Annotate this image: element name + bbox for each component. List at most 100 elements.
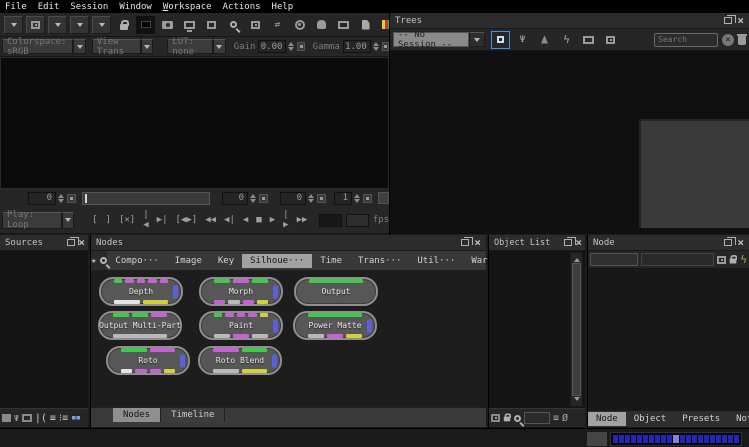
import-folder-icon[interactable] (2, 414, 11, 422)
scroll-down-icon[interactable] (574, 397, 580, 404)
branch-button[interactable]: Ψ (513, 31, 532, 49)
node-roto[interactable]: Roto (106, 346, 190, 375)
monitor-button[interactable] (180, 16, 199, 34)
lut-chevron[interactable] (213, 39, 225, 54)
view-c-dropdown[interactable] (92, 16, 111, 34)
trash-icon[interactable] (738, 36, 746, 45)
wishbone-icon[interactable]: Ψ (14, 414, 19, 423)
scrollbar-thumb[interactable] (572, 263, 581, 396)
bolt-icon[interactable]: ϟ (740, 253, 747, 266)
step-field[interactable]: 1 (334, 192, 352, 205)
menu-help[interactable]: Help (272, 2, 294, 12)
tab-node[interactable]: Node (588, 412, 626, 426)
close-panel-icon[interactable]: × (737, 238, 744, 247)
tab-timeline[interactable]: Timeline (161, 408, 225, 422)
object-filter-field[interactable] (524, 412, 550, 424)
float-panel-icon[interactable] (724, 17, 732, 24)
menu-file[interactable]: File (5, 2, 27, 12)
gamma-field[interactable]: 1.00 (343, 40, 371, 53)
close-panel-icon[interactable]: × (474, 238, 481, 247)
transport-button-11[interactable]: |▶ (281, 210, 290, 230)
view-b-dropdown[interactable] (70, 16, 89, 34)
session-chevron[interactable] (469, 32, 485, 47)
add-icon[interactable] (717, 256, 726, 264)
gamma-spinner[interactable] (373, 39, 379, 54)
float-panel-icon[interactable] (67, 239, 75, 246)
scroll-up-icon[interactable] (574, 255, 580, 262)
node-morph[interactable]: Morph (199, 277, 283, 306)
play-mode-chevron[interactable] (62, 212, 74, 229)
tab-notes[interactable]: Notes (728, 412, 749, 426)
range-start-reset[interactable] (259, 194, 268, 203)
gain-spinner[interactable] (288, 39, 294, 54)
search-input[interactable] (654, 33, 718, 47)
clip-icon[interactable] (22, 414, 32, 422)
tab-compo[interactable]: Compo··· (107, 254, 166, 268)
trees-canvas[interactable] (390, 51, 749, 234)
lock-icon[interactable] (730, 258, 737, 263)
tab-util[interactable]: Util··· (409, 254, 463, 268)
float-panel-icon[interactable] (564, 239, 572, 246)
tab-time[interactable]: Time (312, 254, 350, 268)
tab-object[interactable]: Object (626, 412, 675, 426)
lock-view-button[interactable] (114, 16, 133, 34)
transport-button-4[interactable]: ▶| (155, 215, 170, 225)
menu-workspace[interactable]: Workspace (163, 2, 212, 12)
range-end-field[interactable]: 0 (280, 192, 306, 205)
node-paint[interactable]: Paint (199, 311, 283, 340)
view-transform-chevron[interactable] (141, 39, 153, 54)
float-panel-icon[interactable] (461, 239, 469, 246)
gain-reset-button[interactable] (297, 42, 304, 51)
node-roto-blend[interactable]: Roto Blend (198, 346, 282, 375)
current-frame-field[interactable]: 0 (28, 192, 56, 205)
transport-button-10[interactable]: ▶ (268, 215, 277, 225)
frame-reset-button[interactable] (67, 194, 76, 203)
search-objects-icon[interactable] (514, 415, 521, 422)
view-a-dropdown[interactable] (48, 16, 67, 34)
pan-button[interactable] (312, 16, 331, 34)
range-end-spinner[interactable] (308, 191, 314, 206)
node-power-matte[interactable]: Power Matte (293, 311, 377, 340)
playhead[interactable] (85, 194, 87, 203)
grid-layout-button[interactable] (26, 16, 45, 34)
list-view-icon[interactable]: ≡ (50, 413, 56, 424)
timeline-slider[interactable] (82, 192, 210, 205)
disable-icon[interactable]: Ø (562, 413, 568, 424)
process-button[interactable]: ϟ (557, 31, 576, 49)
tab-image[interactable]: Image (167, 254, 210, 268)
fps-target-field[interactable] (346, 214, 369, 227)
float-panel-icon[interactable] (724, 239, 732, 246)
save-button[interactable] (601, 31, 620, 49)
menu-actions[interactable]: Actions (223, 2, 261, 12)
object-list-body[interactable] (489, 251, 585, 408)
close-panel-icon[interactable]: × (737, 16, 744, 25)
transport-button-0[interactable]: [ (90, 215, 99, 225)
tab-silhoue[interactable]: Silhoue··· (242, 254, 312, 268)
region-button[interactable] (202, 16, 221, 34)
play-mode-dropdown[interactable]: Play: Loop (2, 212, 62, 229)
menu-edit[interactable]: Edit (38, 2, 60, 12)
detail-view-icon[interactable]: ⁝≡ (59, 413, 68, 424)
node-name-field[interactable] (590, 253, 638, 266)
frame-button[interactable] (334, 16, 353, 34)
sources-list[interactable] (0, 251, 88, 408)
menu-session[interactable]: Session (70, 2, 108, 12)
object-list-scrollbar[interactable] (570, 252, 583, 407)
transport-button-7[interactable]: ◀| (222, 215, 237, 225)
layers-icon[interactable]: ≡ (553, 413, 559, 424)
view-transform-dropdown[interactable]: View Trans (92, 39, 141, 54)
step-reset[interactable] (363, 194, 372, 203)
notes-page-button[interactable] (356, 16, 375, 34)
transport-button-9[interactable]: ■ (254, 215, 263, 225)
tab-trans[interactable]: Trans··· (350, 254, 409, 268)
session-dropdown[interactable]: -- No Session -- (393, 32, 469, 47)
tab-nodes[interactable]: Nodes (113, 408, 161, 422)
node-params-body[interactable] (588, 269, 749, 411)
fit-view-button[interactable]: ⇄ (268, 16, 287, 34)
tab-presets[interactable]: Presets (674, 412, 728, 426)
snapshot-button[interactable] (158, 16, 177, 34)
thumbnail-view-icon[interactable]: ▪▪ (71, 413, 80, 423)
transport-button-5[interactable]: [◀▶] (174, 215, 200, 225)
node-output-multi-part[interactable]: Output Multi-Part (98, 311, 182, 340)
transport-button-12[interactable]: ▶▶ (295, 215, 310, 225)
